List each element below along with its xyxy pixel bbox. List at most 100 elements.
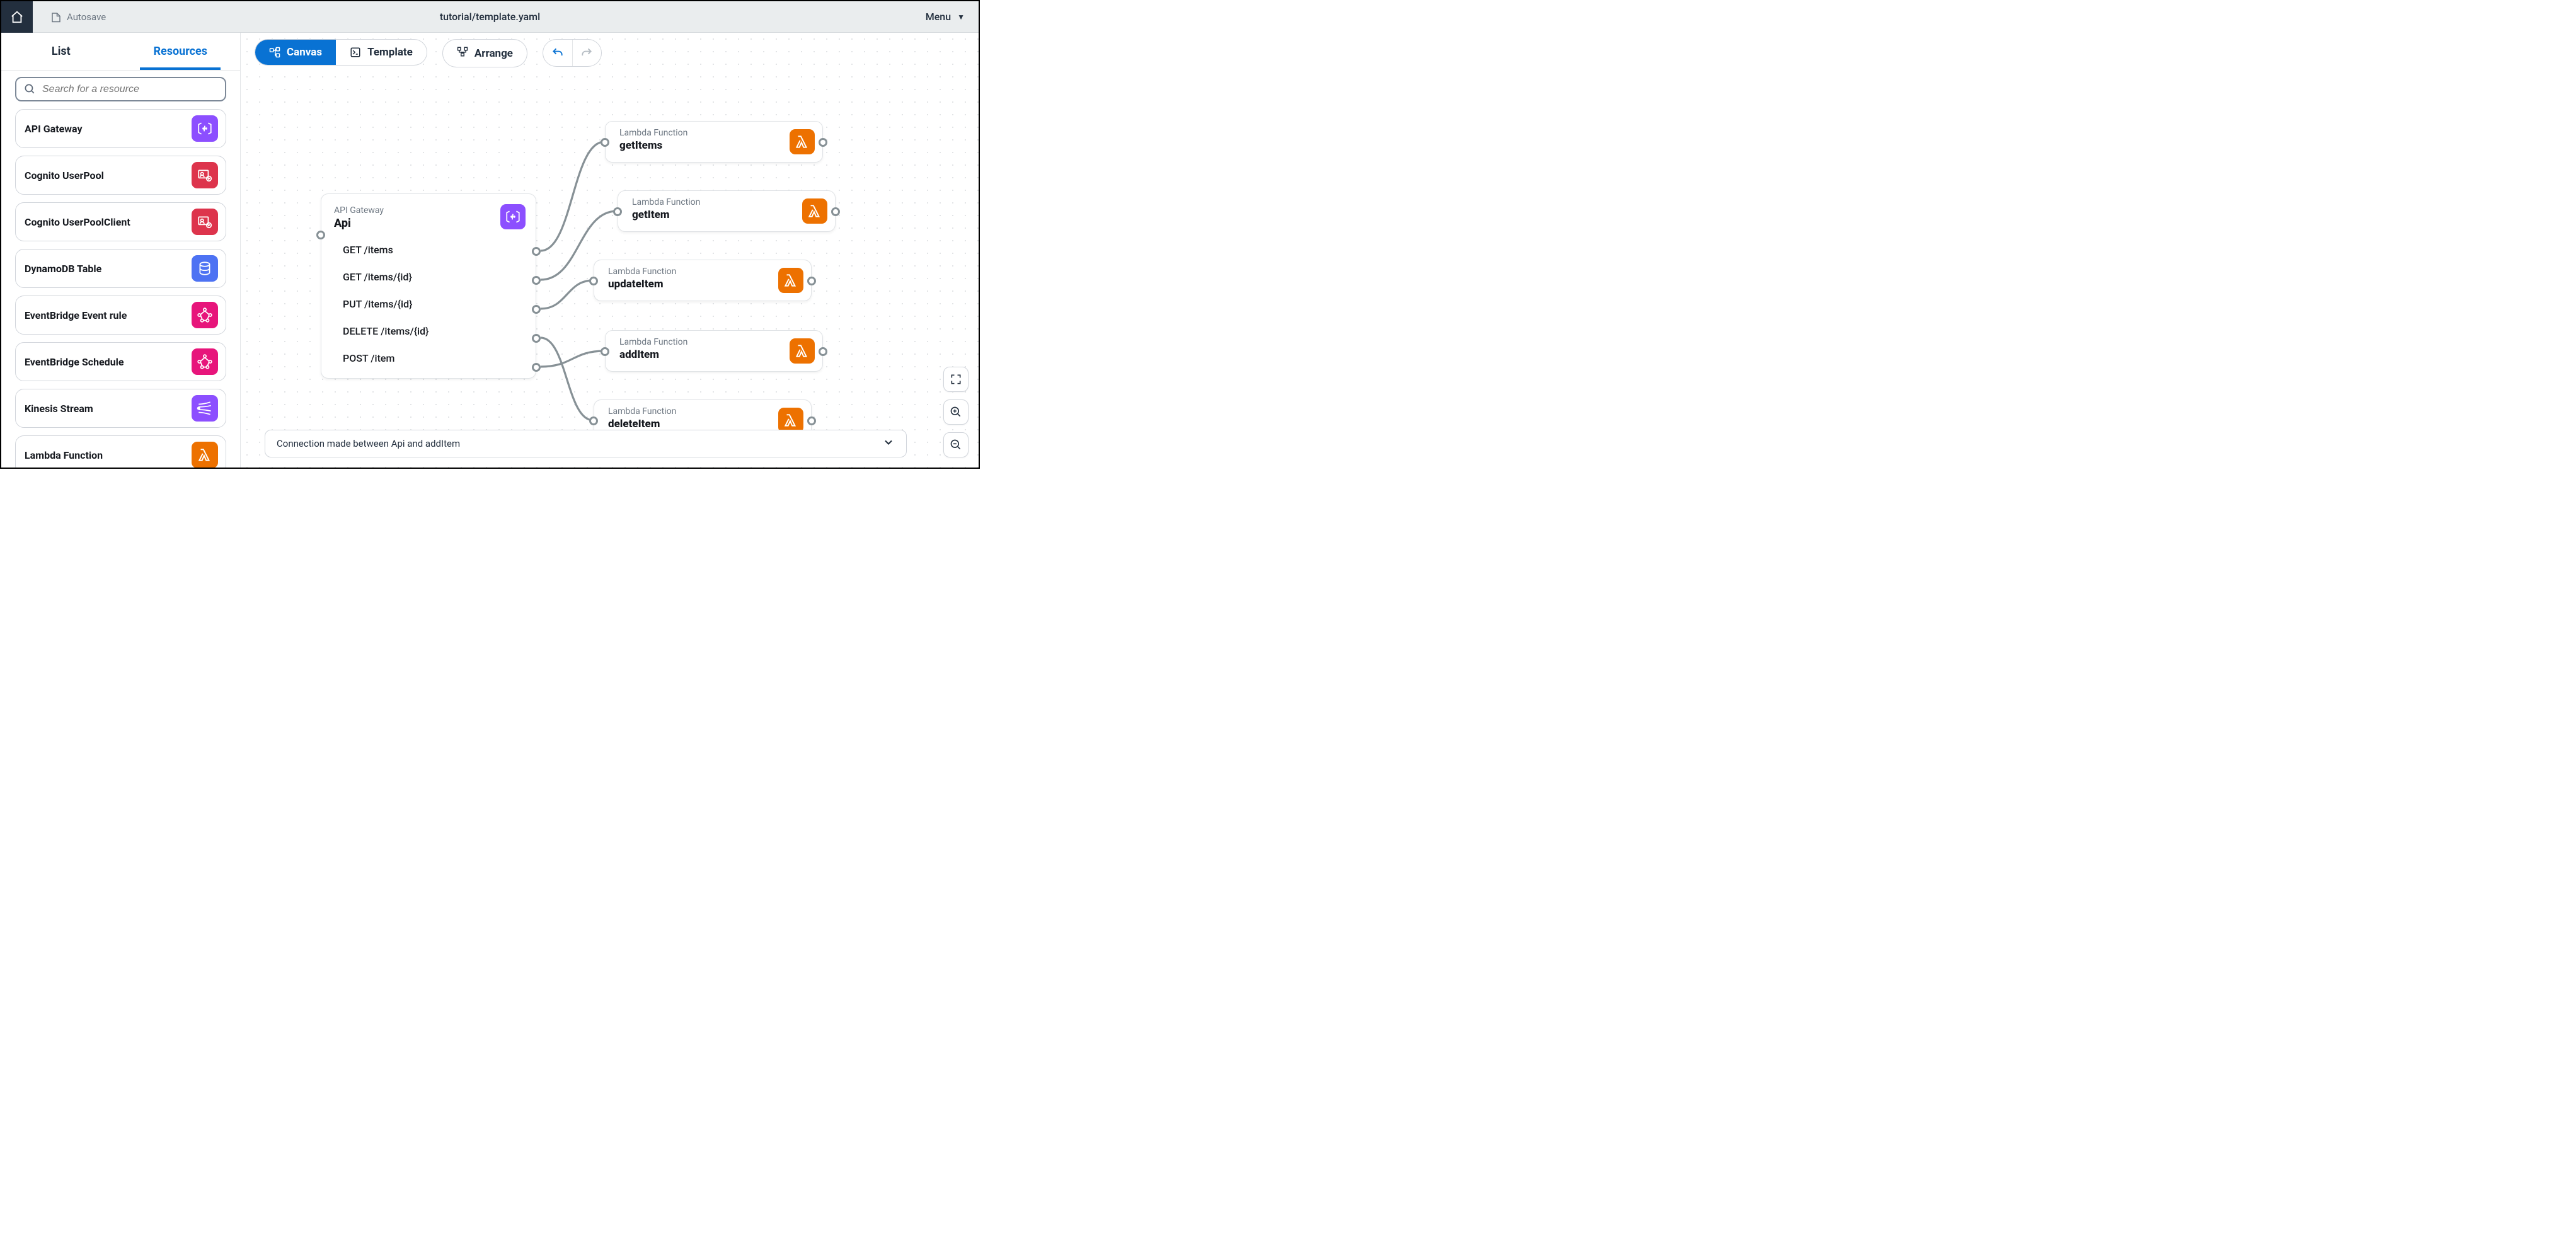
output-port[interactable] xyxy=(807,416,816,425)
topbar: Autosave tutorial/template.yaml Menu ▼ xyxy=(1,1,979,33)
node-name: getItems xyxy=(619,139,783,152)
lambda-node-icon xyxy=(790,338,815,364)
lambda-icon xyxy=(192,442,218,468)
output-port[interactable] xyxy=(532,334,541,343)
resource-item[interactable]: API Gateway xyxy=(15,109,226,148)
output-port[interactable] xyxy=(831,207,840,216)
tab-resources[interactable]: Resources xyxy=(121,33,241,70)
input-port[interactable] xyxy=(601,347,609,356)
output-port[interactable] xyxy=(532,247,541,256)
output-port[interactable] xyxy=(819,138,827,147)
redo-button[interactable] xyxy=(572,40,601,66)
node-type: Lambda Function xyxy=(619,128,783,138)
status-bar[interactable]: Connection made between Api and addItem xyxy=(265,430,907,457)
cognito-icon xyxy=(192,162,218,188)
resource-label: EventBridge Schedule xyxy=(25,356,124,368)
undo-button[interactable] xyxy=(543,40,572,66)
fit-view-button[interactable] xyxy=(943,367,969,392)
resource-label: Kinesis Stream xyxy=(25,403,93,415)
view-controls xyxy=(943,367,969,457)
resource-item[interactable]: EventBridge Schedule xyxy=(15,342,226,381)
resource-item[interactable]: Cognito UserPoolClient xyxy=(15,202,226,241)
lambda-node[interactable]: Lambda Function updateItem xyxy=(594,260,812,301)
view-toggle: Canvas Template xyxy=(255,39,427,66)
arrange-label: Arrange xyxy=(474,47,513,60)
autosave-indicator: Autosave xyxy=(50,11,106,23)
node-name: addItem xyxy=(619,348,783,361)
lambda-node[interactable]: Lambda Function getItem xyxy=(618,190,836,232)
menu-label: Menu xyxy=(926,11,951,23)
search-box[interactable] xyxy=(15,77,226,101)
node-type: Lambda Function xyxy=(608,267,772,277)
resource-item[interactable]: DynamoDB Table xyxy=(15,249,226,288)
node-name: getItem xyxy=(632,209,796,221)
menu-button[interactable]: Menu ▼ xyxy=(926,11,965,23)
lambda-node[interactable]: Lambda Function getItems xyxy=(605,121,823,163)
resource-item[interactable]: EventBridge Event rule xyxy=(15,296,226,335)
autosave-label: Autosave xyxy=(67,11,106,23)
resource-palette: API Gateway Cognito UserPool Cognito Use… xyxy=(1,106,240,468)
output-port[interactable] xyxy=(532,276,541,285)
input-port[interactable] xyxy=(613,207,622,216)
resource-item[interactable]: Lambda Function xyxy=(15,435,226,468)
api-gateway-icon xyxy=(192,115,218,142)
tab-list[interactable]: List xyxy=(1,33,121,70)
api-route[interactable]: PUT /items/{id} xyxy=(334,298,523,310)
eventbridge-icon xyxy=(192,302,218,328)
zoom-out-button[interactable] xyxy=(943,432,969,457)
zoom-in-button[interactable] xyxy=(943,399,969,425)
file-icon xyxy=(50,11,62,23)
api-route[interactable]: GET /items/{id} xyxy=(334,271,523,283)
lambda-node-icon xyxy=(778,268,803,293)
resource-label: DynamoDB Table xyxy=(25,263,101,275)
search-input[interactable] xyxy=(42,84,217,95)
canvas-area[interactable]: API Gateway Api GET /items GET /items/{id… xyxy=(241,72,979,468)
sidebar-tabs: List Resources xyxy=(1,33,240,71)
api-gateway-node[interactable]: API Gateway Api GET /items GET /items/{id… xyxy=(321,193,536,379)
resource-item[interactable]: Kinesis Stream xyxy=(15,389,226,428)
arrange-button[interactable]: Arrange xyxy=(442,39,527,67)
template-view-button[interactable]: Template xyxy=(336,40,427,65)
caret-down-icon: ▼ xyxy=(957,13,965,21)
node-name: deleteItem xyxy=(608,418,772,430)
node-type: Lambda Function xyxy=(619,337,783,347)
output-port[interactable] xyxy=(807,277,816,285)
lambda-node[interactable]: Lambda Function addItem xyxy=(605,330,823,372)
node-type: API Gateway xyxy=(334,205,523,215)
node-name: Api xyxy=(334,217,523,230)
canvas-label: Canvas xyxy=(287,46,322,59)
template-label: Template xyxy=(367,46,413,59)
output-port[interactable] xyxy=(532,363,541,372)
status-message: Connection made between Api and addItem xyxy=(277,438,460,449)
api-gateway-node-icon xyxy=(500,204,526,229)
zoom-in-icon xyxy=(950,406,962,418)
sidebar: List Resources API Gateway Cognito UserP… xyxy=(1,33,241,468)
cognito-client-icon xyxy=(192,209,218,235)
input-port[interactable] xyxy=(316,231,325,239)
home-button[interactable] xyxy=(1,1,33,33)
node-name: updateItem xyxy=(608,278,772,290)
input-port[interactable] xyxy=(589,416,598,425)
api-route[interactable]: GET /items xyxy=(334,244,523,256)
dynamodb-icon xyxy=(192,255,218,282)
canvas-view-button[interactable]: Canvas xyxy=(255,40,336,65)
lambda-node-icon xyxy=(790,129,815,154)
input-port[interactable] xyxy=(589,277,598,285)
api-route[interactable]: DELETE /items/{id} xyxy=(334,325,523,337)
resource-label: Cognito UserPoolClient xyxy=(25,216,130,228)
lambda-node-icon xyxy=(802,198,827,224)
undo-icon xyxy=(551,47,564,59)
history-controls xyxy=(543,39,602,67)
output-port[interactable] xyxy=(532,305,541,314)
node-type: Lambda Function xyxy=(632,197,796,207)
chevron-down-icon xyxy=(882,436,895,452)
resource-item[interactable]: Cognito UserPool xyxy=(15,156,226,195)
input-port[interactable] xyxy=(601,138,609,147)
zoom-out-icon xyxy=(950,439,962,451)
kinesis-icon xyxy=(192,395,218,422)
fullscreen-icon xyxy=(950,373,962,386)
canvas-icon xyxy=(269,47,280,58)
api-route[interactable]: POST /item xyxy=(334,352,523,364)
resource-label: EventBridge Event rule xyxy=(25,309,127,321)
output-port[interactable] xyxy=(819,347,827,356)
